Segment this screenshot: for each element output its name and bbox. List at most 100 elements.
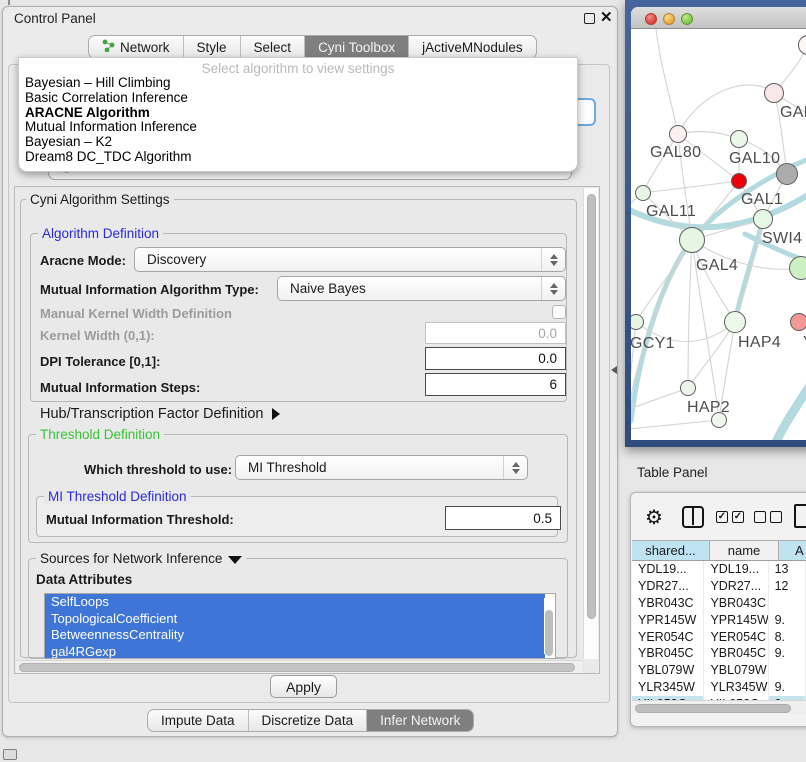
mi-steps-input[interactable]: 6 — [425, 373, 566, 396]
network-node-swi4[interactable] — [753, 209, 773, 229]
checked-checkbox-icon[interactable]: ✓ — [732, 511, 744, 523]
network-window-titlebar[interactable] — [631, 7, 806, 29]
table-row[interactable]: YDR27...YDR27...12 — [632, 578, 806, 595]
table-row[interactable]: YDL19...YDL19...13 — [632, 561, 806, 578]
node-label: GAL4 — [696, 257, 738, 275]
control-panel-tabs: Network Style SelectCyni Toolbox jActiveMNo… — [88, 35, 537, 59]
table-row[interactable]: YBR045CYBR045C9. — [632, 645, 806, 662]
network-node-hap4[interactable] — [724, 311, 746, 333]
table-header: shared...nameA — [632, 540, 806, 561]
attribute-item[interactable]: BetweennessCentrality — [45, 627, 545, 644]
table-cell: YPR145W — [632, 612, 704, 629]
table-row[interactable]: YER054CYER054C8. — [632, 629, 806, 646]
minimized-panel-icon[interactable] — [3, 749, 17, 760]
algorithm-item[interactable]: Dream8 DC_TDC Algorithm — [19, 150, 577, 165]
table-cell: YDR27... — [704, 578, 768, 595]
zoom-traffic-icon[interactable] — [681, 13, 693, 25]
manual-kernel-checkbox[interactable] — [552, 305, 566, 319]
mi-threshold-input[interactable]: 0.5 — [445, 506, 561, 530]
mi-threshold-title: MI Threshold Definition — [44, 489, 191, 504]
tab-network[interactable]: Network — [89, 36, 184, 58]
network-node[interactable] — [776, 163, 798, 185]
mi-steps-label: Mutual Information Steps: — [40, 380, 200, 395]
network-node-gal80[interactable] — [669, 125, 687, 143]
split-pane-icon[interactable] — [682, 506, 704, 528]
settings-horizontal-scrollbar[interactable] — [16, 660, 582, 673]
dpi-tolerance-input[interactable]: 0.0 — [425, 347, 566, 370]
network-node-hap2[interactable] — [680, 380, 696, 396]
network-view-inner: GALGAL80GAL10GAL1GAL11SWI4GAL4GCY1HAP4YH… — [631, 7, 806, 440]
unchecked-checkbox-icon[interactable] — [770, 511, 782, 523]
minimize-traffic-icon[interactable] — [663, 13, 675, 25]
gear-icon[interactable]: ⚙ — [645, 505, 663, 530]
kernel-width-input[interactable]: 0.0 — [425, 322, 566, 344]
table-cell: YDL19... — [632, 561, 704, 578]
tab-label: Style — [197, 40, 227, 55]
attributes-scrollbar[interactable] — [544, 598, 554, 654]
unchecked-checkbox-icon[interactable] — [754, 511, 766, 523]
algorithm-item[interactable]: Bayesian – Hill Climbing — [19, 76, 577, 91]
checked-checkbox-icon[interactable]: ✓ — [716, 511, 728, 523]
mi-type-value: Naive Bayes — [278, 281, 541, 296]
tab-impute-data[interactable]: Impute Data — [148, 710, 249, 731]
screen: Control Panel ✕ NetworkStyleSelectCyni T… — [0, 0, 806, 762]
network-node-gal1[interactable] — [731, 173, 747, 189]
algorithm-item[interactable]: ARACNE Algorithm — [19, 106, 577, 121]
algorithm-item[interactable]: Bayesian – K2 — [19, 135, 577, 150]
tab-discretize-data[interactable]: Discretize Data — [249, 710, 368, 731]
node-label: GAL80 — [650, 144, 701, 162]
column-header[interactable]: name — [710, 540, 779, 561]
kernel-width-label: Kernel Width (0,1): — [40, 328, 155, 343]
aracne-mode-select[interactable]: Discovery — [134, 247, 566, 272]
network-icon — [102, 39, 115, 55]
stepper-arrows-icon — [541, 277, 565, 300]
attribute-item[interactable]: SelfLoops — [45, 594, 545, 611]
network-node-y[interactable] — [790, 313, 806, 331]
column-header[interactable]: shared... — [632, 540, 710, 561]
tab-label: Network — [120, 40, 170, 55]
algorithm-item[interactable]: Basic Correlation Inference — [19, 91, 577, 106]
table-cell: YLR345W — [632, 679, 704, 696]
table-panel-title: Table Panel — [637, 465, 708, 480]
table-horizontal-scrollbar[interactable] — [632, 700, 806, 714]
float-icon[interactable] — [584, 13, 595, 24]
data-attributes-label: Data Attributes — [36, 572, 132, 587]
tab-style[interactable]: Style — [184, 36, 241, 58]
which-threshold-select[interactable]: MI Threshold — [235, 455, 528, 480]
close-icon[interactable]: ✕ — [600, 8, 613, 26]
network-node[interactable] — [789, 256, 806, 280]
table-row[interactable]: YLR345WYLR345W9. — [632, 679, 806, 696]
network-node-gal11[interactable] — [635, 185, 651, 201]
tab-jactivemnodules[interactable]: jActiveMNodules — [409, 36, 536, 58]
tab-label: jActiveMNodules — [422, 40, 523, 55]
node-label: GAL1 — [741, 191, 783, 209]
algorithm-item[interactable]: Mutual Information Inference — [19, 120, 577, 135]
network-node-gal[interactable] — [764, 83, 784, 103]
close-traffic-icon[interactable] — [645, 13, 657, 25]
tab-select[interactable]: Select — [241, 36, 306, 58]
apply-button[interactable]: Apply — [270, 675, 337, 698]
attribute-item[interactable]: gal4RGexp — [45, 644, 545, 660]
aracne-mode-value: Discovery — [135, 252, 541, 267]
table-cell: YBR043C — [632, 595, 704, 612]
network-node-gal10[interactable] — [730, 130, 748, 148]
dpi-tolerance-label: DPI Tolerance [0,1]: — [40, 354, 160, 369]
table-row[interactable]: YPR145WYPR145W9. — [632, 612, 806, 629]
hub-definition-expander[interactable]: Hub/Transcription Factor Definition — [40, 406, 280, 422]
tab-infer-network[interactable]: Infer Network — [367, 710, 473, 731]
mi-type-select[interactable]: Naive Bayes — [277, 276, 566, 301]
splitter-collapse-arrow[interactable] — [611, 366, 617, 374]
attribute-item[interactable]: TopologicalCoefficient — [45, 611, 545, 628]
network-canvas[interactable]: GALGAL80GAL10GAL1GAL11SWI4GAL4GCY1HAP4YH… — [631, 29, 806, 440]
table-row[interactable]: YBR043CYBR043C — [632, 595, 806, 612]
sources-collapse-toggle[interactable]: Sources for Network Inference — [36, 551, 246, 566]
node-label: GAL11 — [646, 203, 696, 221]
table-cell — [769, 595, 806, 612]
table-row[interactable]: YBL079WYBL079W — [632, 662, 806, 679]
column-header[interactable]: A — [779, 540, 806, 561]
tab-cyni-toolbox[interactable]: Cyni Toolbox — [305, 36, 409, 58]
network-node-gal4[interactable] — [679, 227, 705, 253]
settings-vertical-scrollbar[interactable] — [583, 188, 598, 659]
network-node[interactable] — [711, 412, 727, 428]
document-icon[interactable] — [794, 504, 806, 528]
